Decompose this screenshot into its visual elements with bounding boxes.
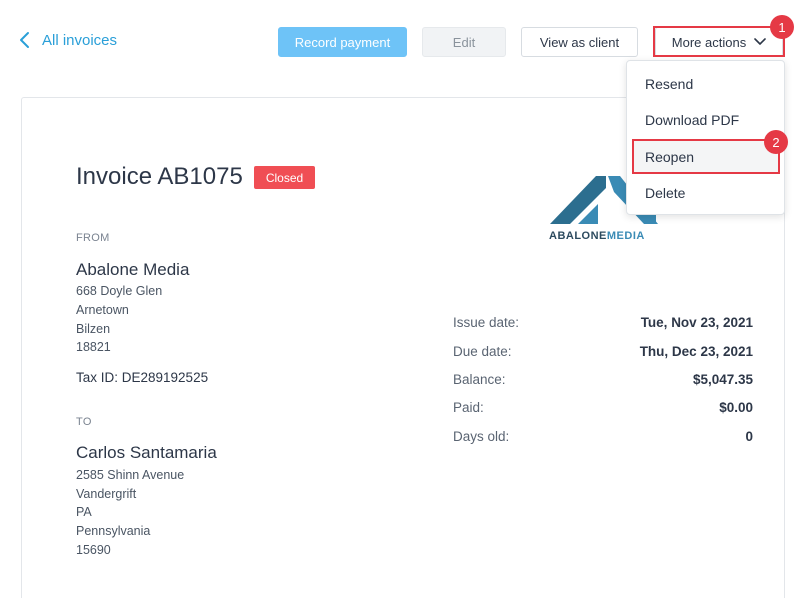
due-date-value: Thu, Dec 23, 2021 <box>639 344 753 359</box>
logo-text-abalone: ABALONE <box>549 230 607 242</box>
to-address-line: PA <box>76 505 92 519</box>
chevron-left-icon <box>20 32 29 48</box>
from-address-line: Arnetown <box>76 303 129 317</box>
more-actions-menu: Resend Download PDF Reopen Delete <box>626 60 785 215</box>
menu-item-delete[interactable]: Delete <box>627 176 784 210</box>
tax-id: Tax ID: DE289192525 <box>76 370 209 385</box>
from-address-line: 668 Doyle Glen <box>76 284 163 298</box>
more-actions-button[interactable]: More actions <box>655 27 783 57</box>
days-old-label: Days old: <box>453 429 510 444</box>
from-name: Abalone Media <box>76 260 190 279</box>
invoice-title: Invoice AB1075 <box>76 163 243 190</box>
menu-item-reopen[interactable]: Reopen <box>633 140 779 174</box>
balance-row: Balance: $5,047.35 <box>453 372 753 392</box>
paid-value: $0.00 <box>719 400 753 415</box>
logo-text: ABALONEMEDIA <box>549 230 645 242</box>
due-date-row: Due date: Thu, Dec 23, 2021 <box>453 344 753 364</box>
balance-label: Balance: <box>453 372 506 387</box>
balance-value: $5,047.35 <box>692 372 753 387</box>
more-actions-label: More actions <box>671 34 747 50</box>
menu-item-download-pdf[interactable]: Download PDF <box>627 103 784 137</box>
from-address-line: Bilzen <box>76 322 111 336</box>
issue-date-row: Issue date: Tue, Nov 23, 2021 <box>453 315 753 335</box>
days-old-row: Days old: 0 <box>453 429 753 449</box>
all-invoices-label: All invoices <box>42 31 118 49</box>
all-invoices-link[interactable]: All invoices <box>18 31 117 49</box>
paid-row: Paid: $0.00 <box>453 400 753 420</box>
to-name: Carlos Santamaria <box>76 443 217 462</box>
logo-text-media: MEDIA <box>606 230 645 242</box>
view-as-client-button[interactable]: View as client <box>521 27 638 57</box>
due-date-label: Due date: <box>453 344 512 359</box>
issue-date-label: Issue date: <box>453 315 520 330</box>
step-badge-1: 1 <box>770 15 794 39</box>
edit-button[interactable]: Edit <box>422 27 506 57</box>
from-address-line: 18821 <box>76 340 111 354</box>
status-badge: Closed <box>254 166 315 189</box>
to-address-line: 15690 <box>76 543 111 557</box>
to-address-line: Vandergrift <box>76 487 137 501</box>
step-badge-2: 2 <box>764 130 788 154</box>
to-address-line: 2585 Shinn Avenue <box>76 468 185 482</box>
chevron-down-icon <box>754 38 767 45</box>
menu-item-resend[interactable]: Resend <box>627 67 784 101</box>
issue-date-value: Tue, Nov 23, 2021 <box>640 315 753 330</box>
to-address-line: Pennsylvania <box>76 524 151 538</box>
days-old-value: 0 <box>745 429 753 444</box>
from-label: FROM <box>76 232 110 244</box>
paid-label: Paid: <box>453 400 484 415</box>
record-payment-button[interactable]: Record payment <box>278 27 407 57</box>
to-label: TO <box>76 416 92 428</box>
